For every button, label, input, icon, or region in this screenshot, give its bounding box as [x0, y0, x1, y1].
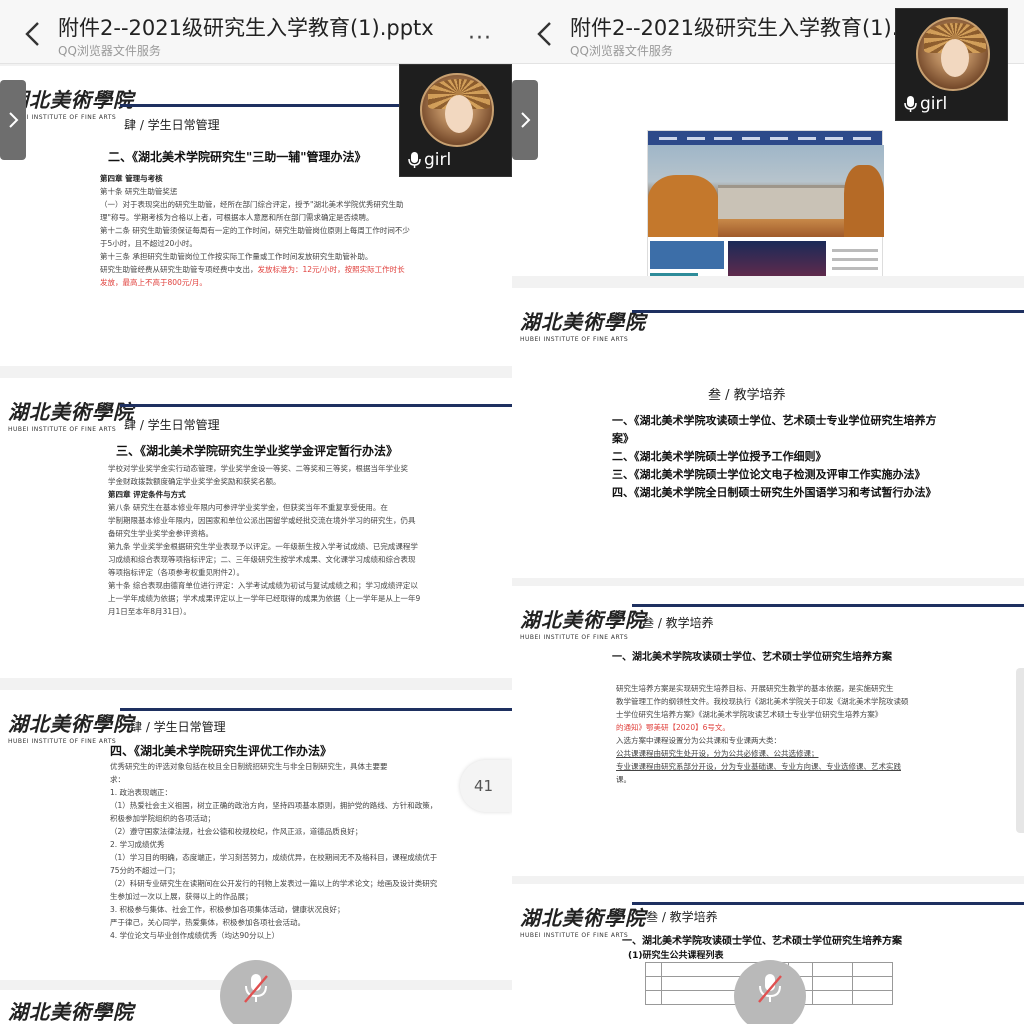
- participant-label: girl: [408, 150, 451, 170]
- mute-button[interactable]: [734, 960, 806, 1024]
- document-source: QQ浏览器文件服务: [570, 44, 673, 58]
- chevron-left-icon: [25, 22, 39, 46]
- slide-body: 第四章 管理与考核 第十条 研究生助管奖惩 （一）对于表现突出的研究生助管，经所…: [100, 174, 410, 287]
- school-logo: 湖北美術學院 HUBEI INSTITUTE OF FINE ARTS: [520, 310, 646, 343]
- school-logo: 湖北美術學院 HUBEI INSTITUTE OF FINE ARTS: [520, 906, 646, 939]
- section-label: 叁 / 教学培养: [642, 616, 714, 630]
- slide-card[interactable]: 湖北美術學院 HUBEI INSTITUTE OF FINE ARTS 肆 / …: [0, 690, 512, 980]
- participant-label: girl: [904, 94, 947, 114]
- slide-rule: [120, 708, 512, 711]
- slide-rule: [632, 310, 1024, 313]
- right-viewer: 湖北美術學院 HUBEI INSTITUTE OF FINE ARTS 叁 / …: [512, 0, 1024, 1024]
- section-label: 肆 / 学生日常管理: [130, 720, 226, 734]
- microphone-muted-icon: [244, 974, 268, 1003]
- back-button[interactable]: [22, 20, 46, 48]
- slide-body: 优秀研究生的评选对象包括在校且全日制统招研究生与非全日制研究生，具体主要要 求：…: [110, 762, 438, 940]
- expand-panel-button[interactable]: [512, 80, 538, 160]
- participant-avatar: [420, 73, 494, 147]
- slide-body: 研究生培养方案是实现研究生培养目标、开展研究生教学的基本依据，是实施研究生 教学…: [616, 684, 909, 784]
- slide-rule: [632, 604, 1024, 607]
- document-title: 附件2--2021级研究生入学教育(1).pptx: [570, 16, 900, 40]
- school-logo: 湖北美術學院 HUBEI INSTITUTE OF FINE ARTS: [520, 608, 646, 641]
- school-logo: 湖北美術學院: [8, 1000, 134, 1024]
- website-screenshot: [647, 130, 884, 276]
- section-label: 叁 / 教学培养: [646, 910, 718, 924]
- chevron-left-icon: [537, 22, 551, 46]
- slide-rule: [120, 404, 512, 407]
- more-menu-button[interactable]: ···: [468, 26, 492, 51]
- school-logo: 湖北美術學院 HUBEI INSTITUTE OF FINE ARTS: [8, 712, 134, 745]
- slide-rule: [632, 902, 1024, 905]
- participant-avatar: [916, 17, 990, 91]
- document-source: QQ浏览器文件服务: [58, 44, 161, 58]
- page-number-badge[interactable]: 41: [460, 760, 512, 812]
- slide-body: 学校对学业奖学金实行动态管理，学业奖学金设一等奖、二等奖和三等奖，根据当年学业奖…: [108, 464, 421, 616]
- slide-card[interactable]: 湖北美術學院 HUBEI INSTITUTE OF FINE ARTS 叁 / …: [512, 586, 1024, 876]
- slide-card[interactable]: 湖北美術學院 HUBEI INSTITUTE OF FINE ARTS 叁 / …: [512, 288, 1024, 578]
- microphone-icon: [408, 152, 421, 168]
- slide-heading: 一、湖北美术学院攻读硕士学位、艺术硕士学位研究生培养方案: [612, 652, 892, 663]
- expand-panel-button[interactable]: [0, 80, 26, 160]
- mute-button[interactable]: [220, 960, 292, 1024]
- chevron-right-icon: [9, 112, 19, 128]
- slide-card[interactable]: 湖北美術學院 HUBEI INSTITUTE OF FINE ARTS 肆 / …: [0, 378, 512, 678]
- slide-heading: 二、《湖北美术学院研究生"三助一辅"管理办法》: [108, 150, 367, 164]
- chevron-right-icon: [521, 112, 531, 128]
- school-logo: 湖北美術學院 HUBEI INSTITUTE OF FINE ARTS: [8, 400, 134, 433]
- participant-video[interactable]: girl: [895, 8, 1008, 121]
- slide-subheading: (1)研究生公共课程列表: [628, 951, 724, 961]
- slide-heading: 四、《湖北美术学院研究生评优工作办法》: [110, 744, 333, 758]
- document-list: 一、《湖北美术学院攻读硕士学位、艺术硕士专业学位研究生培养方 案》 二、《湖北美…: [612, 414, 937, 499]
- section-label: 叁 / 教学培养: [708, 388, 786, 403]
- split-screen: 湖北美術學院 HUBEI INSTITUTE OF FINE ARTS 肆 / …: [0, 0, 1024, 1024]
- microphone-muted-icon: [758, 974, 782, 1003]
- title-bar: 附件2--2021级研究生入学教育(1).pptx QQ浏览器文件服务 ···: [0, 0, 512, 64]
- microphone-icon: [904, 96, 917, 112]
- left-viewer: 湖北美術學院 HUBEI INSTITUTE OF FINE ARTS 肆 / …: [0, 0, 512, 1024]
- participant-video[interactable]: girl: [399, 64, 512, 177]
- section-label: 肆 / 学生日常管理: [124, 418, 220, 432]
- scroll-handle[interactable]: [1016, 668, 1024, 833]
- document-title: 附件2--2021级研究生入学教育(1).pptx: [58, 16, 434, 40]
- back-button[interactable]: [534, 20, 558, 48]
- slide-heading: 三、《湖北美术学院研究生学业奖学金评定暂行办法》: [116, 444, 399, 458]
- section-label: 肆 / 学生日常管理: [124, 118, 220, 132]
- slide-heading: 一、湖北美术学院攻读硕士学位、艺术硕士学位研究生培养方案: [622, 936, 902, 947]
